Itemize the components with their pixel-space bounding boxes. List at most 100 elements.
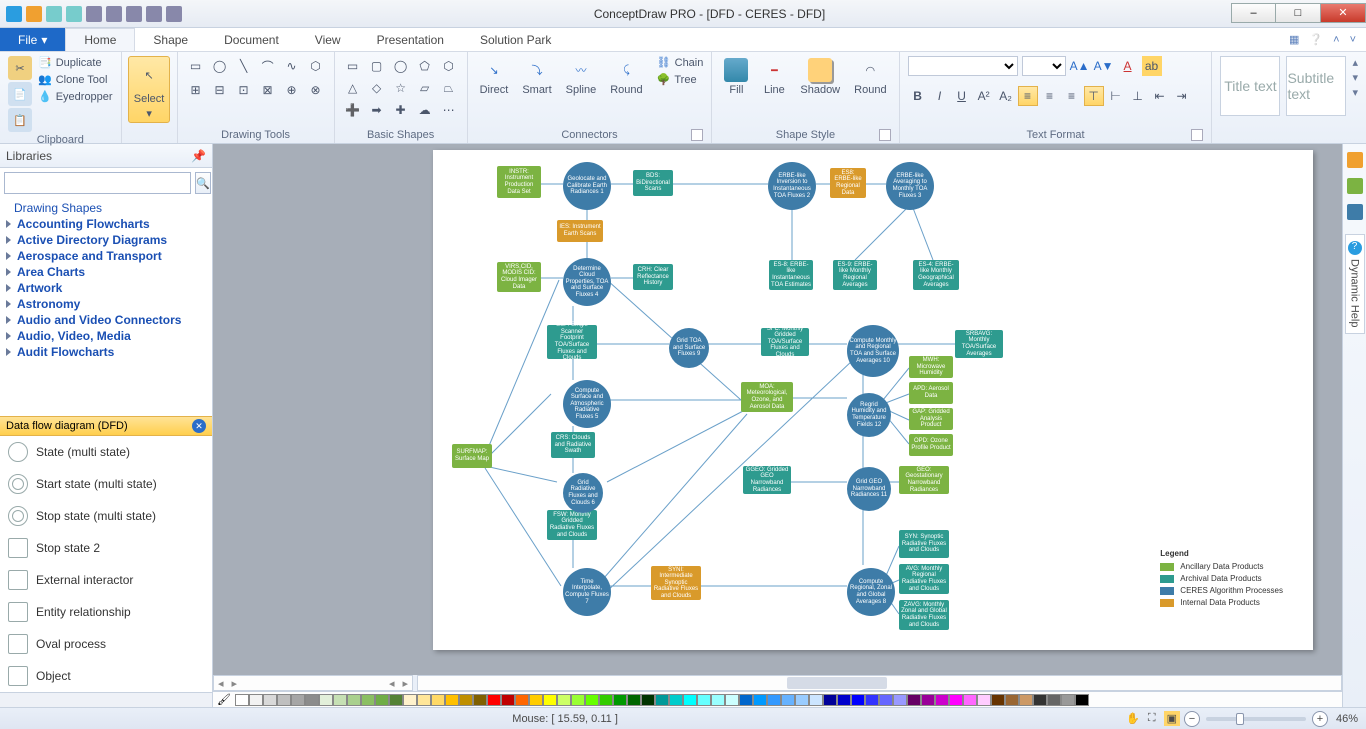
palette-swatch[interactable] [319, 694, 333, 706]
palette-swatch[interactable] [879, 694, 893, 706]
palette-swatch[interactable] [725, 694, 739, 706]
search-button[interactable]: 🔍 [195, 172, 211, 194]
palette-swatch[interactable] [655, 694, 669, 706]
bezier-tool[interactable]: ∿ [282, 56, 302, 76]
palette-swatch[interactable] [403, 694, 417, 706]
stencil-item[interactable]: Oval process [0, 628, 212, 660]
palette-swatch[interactable] [767, 694, 781, 706]
close-button[interactable]: ✕ [1321, 3, 1366, 23]
library-tree-item[interactable]: Drawing Shapes [4, 200, 208, 216]
palette-swatch[interactable] [375, 694, 389, 706]
library-tree-item[interactable]: Audio, Video, Media [4, 328, 208, 344]
undo-icon[interactable] [46, 6, 62, 22]
palette-swatch[interactable] [473, 694, 487, 706]
rect-tool[interactable]: ▭ [186, 56, 206, 76]
connector-direct[interactable]: ↘Direct [476, 56, 513, 98]
dfd-data-store[interactable]: SYN: Synoptic Radiative Fluxes and Cloud… [899, 530, 949, 558]
zoom-in-button[interactable]: + [1312, 711, 1328, 727]
dfd-process[interactable]: Compute Surface and Atmospheric Radiativ… [563, 380, 611, 428]
stencil-item[interactable]: Start state (multi state) [0, 468, 212, 500]
dfd-data-store[interactable]: ES-8: ERBE-like Instantaneous TOA Estima… [769, 260, 813, 290]
palette-swatch[interactable] [711, 694, 725, 706]
help-icon[interactable]: ❔ [1309, 33, 1323, 46]
fill-button[interactable]: Fill [720, 56, 752, 98]
dfd-data-store[interactable]: SSF: Single Scanner Footprint TOA/Surfac… [547, 325, 597, 359]
library-tree-item[interactable]: Astronomy [4, 296, 208, 312]
dfd-process[interactable]: Grid GEO Narrowband Radiances 11 [847, 467, 891, 511]
stencil-header[interactable]: Data flow diagram (DFD) ✕ [0, 416, 212, 436]
palette-swatch[interactable] [907, 694, 921, 706]
eyedropper-button[interactable]: 💧Eyedropper [38, 90, 113, 103]
shape-arrow[interactable]: ➡ [367, 100, 387, 120]
palette-swatch[interactable] [795, 694, 809, 706]
valign-mid-button[interactable]: ⊢ [1106, 86, 1126, 106]
indent-button[interactable]: ⇥ [1172, 86, 1192, 106]
page[interactable]: Legend Ancillary Data ProductsArchival D… [433, 150, 1313, 650]
palette-swatch[interactable] [571, 694, 585, 706]
stencil-item[interactable]: Stop state (multi state) [0, 500, 212, 532]
dfd-data-store[interactable]: FSW: Monthly Gridded Radiative Fluxes an… [547, 510, 597, 540]
palette-swatch[interactable] [361, 694, 375, 706]
palette-swatch[interactable] [739, 694, 753, 706]
palette-swatch[interactable] [823, 694, 837, 706]
palette-swatch[interactable] [459, 694, 473, 706]
palette-swatch[interactable] [431, 694, 445, 706]
palette-swatch[interactable] [963, 694, 977, 706]
rail-icon-3[interactable] [1347, 204, 1363, 220]
stencil-item[interactable]: Entity relationship [0, 596, 212, 628]
palette-swatch[interactable] [837, 694, 851, 706]
palette-swatch[interactable] [781, 694, 795, 706]
dfd-data-store[interactable]: ZAVG: Monthly Zonal and Global Radiative… [899, 600, 949, 630]
tool-f[interactable]: ⊗ [306, 80, 326, 100]
dfd-data-store[interactable]: OPD: Ozone Profile Product [909, 434, 953, 456]
shadow-button[interactable]: Shadow [796, 56, 844, 98]
fit-page-icon[interactable]: ▣ [1164, 711, 1180, 726]
dfd-data-store[interactable]: ES8: ERBE-like Regional Data [830, 168, 866, 198]
qat-more-icon[interactable] [166, 6, 182, 22]
dialog-launcher-icon[interactable] [879, 129, 891, 141]
connector-round[interactable]: ⤹Round [606, 56, 646, 98]
dfd-data-store[interactable]: MWH: Microwave Humidity [909, 356, 953, 378]
font-size-select[interactable] [1022, 56, 1066, 76]
pin-icon[interactable]: 📌 [191, 149, 206, 163]
subscript-button[interactable]: A₂ [996, 86, 1016, 106]
subtitle-style-button[interactable]: Subtitle text [1286, 56, 1346, 116]
connector-spline[interactable]: 〰Spline [562, 56, 601, 98]
connector-tree[interactable]: 🌳Tree [657, 73, 704, 86]
dfd-data-store[interactable]: GEO: Geostationary Narrowband Radiances [899, 466, 949, 494]
palette-swatch[interactable] [627, 694, 641, 706]
align-right-button[interactable]: ≡ [1062, 86, 1082, 106]
align-center-button[interactable]: ≡ [1040, 86, 1060, 106]
tab-presentation[interactable]: Presentation [359, 28, 462, 51]
dfd-process[interactable]: ERBE-like Inversion to Instantaneous TOA… [768, 162, 816, 210]
palette-swatch[interactable] [305, 694, 319, 706]
dfd-data-store[interactable]: IES: Instrument Earth Scans [557, 220, 603, 242]
palette-swatch[interactable] [235, 694, 249, 706]
palette-swatch[interactable] [557, 694, 571, 706]
connector-chain[interactable]: ⛓Chain [657, 56, 704, 69]
palette-swatch[interactable] [613, 694, 627, 706]
dfd-process[interactable]: Time Interpolate, Compute Fluxes 7 [563, 568, 611, 616]
dfd-data-store[interactable]: INSTR: Instrument Production Data Set [497, 166, 541, 198]
shape-pentagon[interactable]: ⬠ [415, 56, 435, 76]
palette-swatch[interactable] [515, 694, 529, 706]
palette-swatch[interactable] [893, 694, 907, 706]
collapse-up-icon[interactable]: ˄ [1333, 34, 1339, 46]
library-tree-item[interactable]: Artwork [4, 280, 208, 296]
tool-e[interactable]: ⊕ [282, 80, 302, 100]
palette-swatch[interactable] [683, 694, 697, 706]
shape-triangle[interactable]: △ [343, 78, 363, 98]
palette-swatch[interactable] [921, 694, 935, 706]
shape-rect[interactable]: ▭ [343, 56, 363, 76]
tab-home[interactable]: Home [65, 28, 135, 51]
dfd-data-store[interactable]: AVG: Monthly Regional Radiative Fluxes a… [899, 564, 949, 594]
valign-bot-button[interactable]: ⊥ [1128, 86, 1148, 106]
zoom-out-button[interactable]: − [1184, 711, 1200, 727]
shape-more[interactable]: ⋯ [439, 100, 459, 120]
palette-swatch[interactable] [1047, 694, 1061, 706]
palette-swatch[interactable] [641, 694, 655, 706]
polyline-tool[interactable]: ⬡ [306, 56, 326, 76]
file-menu[interactable]: File ▾ [0, 28, 65, 51]
palette-swatch[interactable] [1075, 694, 1089, 706]
library-tree-item[interactable]: Audit Flowcharts [4, 344, 208, 360]
